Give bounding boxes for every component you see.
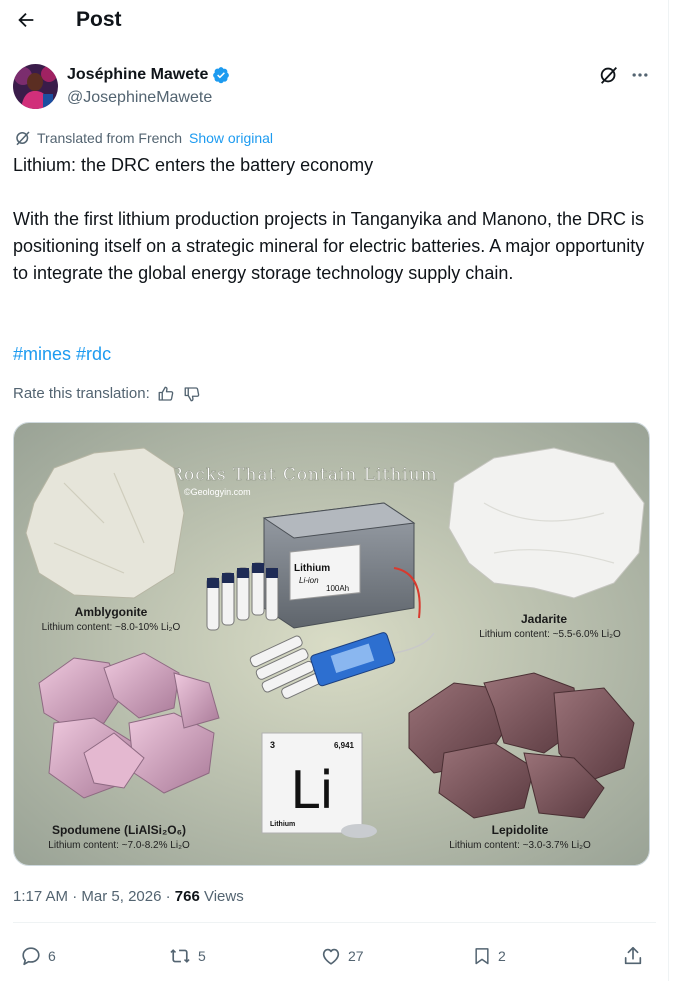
hashtag-mines[interactable]: #mines [13,344,71,364]
car-battery: Lithium Li-ion 100Ah [262,502,421,629]
post-blank-line [13,179,658,206]
post-meta: 1:17 AM · Mar 5, 2026 · 766 Views [13,886,244,908]
avatar[interactable] [13,64,58,109]
lithium-rocks-infographic: Rocks That Contain Lithium ©Geologyin.co… [14,423,649,865]
repost-count: 5 [198,948,206,964]
post-image[interactable]: Rocks That Contain Lithium ©Geologyin.co… [13,422,650,866]
grok-translate-icon [16,131,30,146]
reply-count: 6 [48,948,56,964]
author-handle[interactable]: @JosephineMawete [67,87,212,109]
views-label: Views [199,888,244,905]
translated-from-label: Translated from French [37,130,182,146]
mineral-content-jadarite: Lithium content: ~5.5-6.0% Li₂O [479,629,621,640]
thumbs-up-icon [158,386,174,401]
meta-separator: · [68,888,82,905]
avatar-image [13,64,58,109]
post-title-line: Lithium: the DRC enters the battery econ… [13,155,374,175]
mineral-name-jadarite: Jadarite [521,612,567,626]
post-date[interactable]: Mar 5, 2026 [81,888,161,905]
top-bar: Post [0,0,669,42]
image-credit: ©Geologyin.com [184,487,251,497]
grok-button[interactable] [597,63,621,87]
page-title: Post [76,8,122,31]
reply-icon [22,947,40,966]
author-name[interactable]: Joséphine Mawete [67,64,208,86]
translation-notice: Translated from French Show original [14,128,273,148]
image-title: Rocks That Contain Lithium [170,465,438,485]
mineral-name-spodumene: Spodumene (LiAlSi₂O₆) [52,823,186,837]
post-body: With the first lithium production projec… [13,209,645,283]
post-time[interactable]: 1:17 AM [13,888,68,905]
bookmark-button[interactable]: 2 [472,940,506,972]
thumbs-down-icon [184,387,200,402]
heart-icon [322,948,340,965]
show-original-link[interactable]: Show original [189,128,273,148]
like-count: 27 [348,948,364,964]
verified-badge-icon [212,66,230,84]
rate-translation: Rate this translation: [13,384,202,404]
author-name-row: Joséphine Mawete [67,64,230,86]
repost-icon [170,949,190,963]
rate-translation-label: Rate this translation: [13,385,150,402]
arrow-left-icon [18,12,34,28]
like-button[interactable]: 27 [320,940,364,972]
divider [13,922,656,923]
element-name: Lithium [270,821,295,828]
mineral-content-lepidolite: Lithium content: ~3.0-3.7% Li₂O [449,840,591,851]
mineral-content-spodumene: Lithium content: ~7.0-8.2% Li₂O [48,840,190,851]
share-icon [624,946,642,965]
mineral-name-amblygonite: Amblygonite [75,605,148,619]
action-bar: 6 5 27 2 [0,940,669,972]
back-button[interactable] [12,6,40,34]
battery-label-liion: Li-ion [299,576,319,585]
lithium-element-tile: 3 6,941 Li Lithium [261,732,363,834]
share-button[interactable] [622,940,644,972]
bookmark-icon [475,948,489,965]
grok-icon [600,67,618,84]
battery-label-capacity: 100Ah [326,584,349,593]
element-symbol: Li [290,761,333,821]
mineral-content-amblygonite: Lithium content: ~8.0-10% Li₂O [42,622,181,633]
post-text: Lithium: the DRC enters the battery econ… [13,152,658,287]
mineral-name-lepidolite: Lepidolite [492,823,549,837]
post-detail-column: Post Joséphine Mawete @JosephineMawete T… [0,0,669,981]
element-number: 3 [270,740,275,750]
hashtags: #mines #rdc [13,341,111,368]
meta-separator: · [161,888,175,905]
reply-button[interactable]: 6 [20,940,56,972]
bookmark-count: 2 [498,948,506,964]
repost-button[interactable]: 5 [168,940,206,972]
thumbs-down-button[interactable] [182,384,202,404]
views-count: 766 [174,888,200,905]
element-mass: 6,941 [334,741,355,750]
more-horizontal-icon [632,73,648,77]
more-options-button[interactable] [628,63,652,87]
thumbs-up-button[interactable] [156,384,176,404]
hashtag-rdc[interactable]: #rdc [76,344,111,364]
battery-label-lithium: Lithium [294,563,330,574]
